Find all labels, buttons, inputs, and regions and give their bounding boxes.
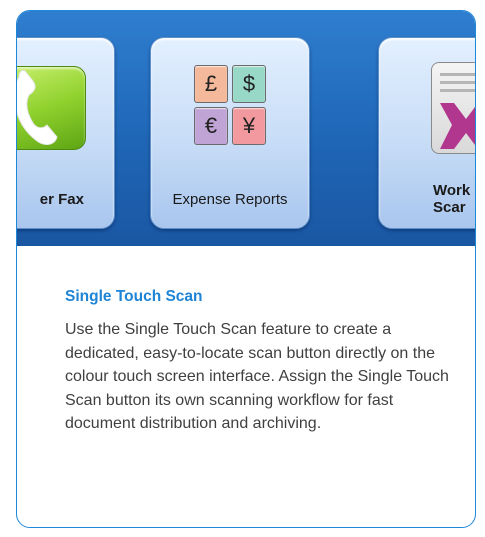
touch-screen-banner: er Fax £ $ € ¥ Expense Reports Work Scar	[17, 11, 475, 246]
currency-grid-icon: £ $ € ¥	[194, 65, 268, 149]
expense-reports-label: Expense Reports	[172, 191, 288, 208]
workflow-scanning-tile[interactable]: Work Scar	[378, 37, 475, 229]
workflow-scanning-label: Work Scar	[433, 182, 475, 216]
server-fax-tile[interactable]: er Fax	[17, 37, 115, 229]
euro-icon: €	[194, 107, 228, 145]
pound-icon: £	[194, 65, 228, 103]
yen-icon: ¥	[232, 107, 266, 145]
workflow-label-line2: Scar	[433, 199, 466, 216]
workflow-document-icon	[431, 62, 475, 154]
feature-body-text: Use the Single Touch Scan feature to cre…	[65, 321, 449, 432]
feature-title: Single Touch Scan	[65, 288, 203, 305]
feature-description: Single Touch Scan Use the Single Touch S…	[65, 288, 465, 436]
phone-handset-icon	[17, 66, 86, 150]
workflow-label-line1: Work	[433, 182, 471, 199]
server-fax-label: er Fax	[39, 191, 84, 208]
feature-card: er Fax £ $ € ¥ Expense Reports Work Scar…	[16, 10, 476, 528]
expense-reports-tile[interactable]: £ $ € ¥ Expense Reports	[150, 37, 310, 229]
dollar-icon: $	[232, 65, 266, 103]
